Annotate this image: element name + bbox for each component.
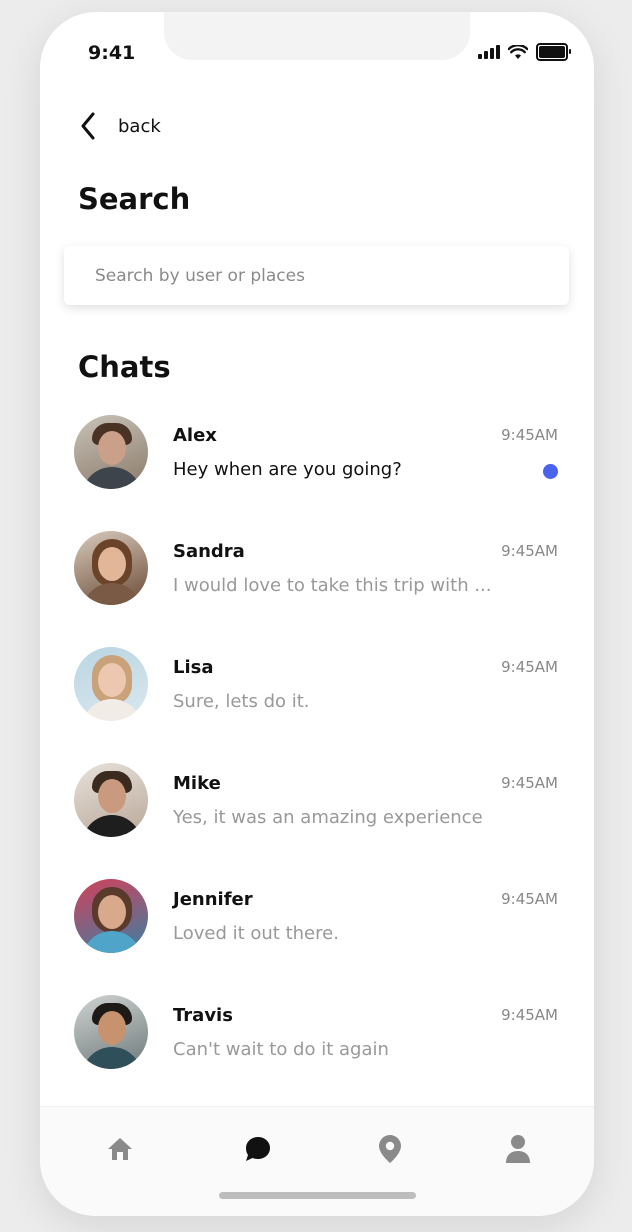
avatar — [74, 879, 148, 953]
avatar — [74, 415, 148, 489]
status-time: 9:41 — [88, 42, 136, 64]
avatar — [74, 763, 148, 837]
chat-name: Alex — [173, 425, 217, 446]
chat-name: Jennifer — [173, 889, 253, 910]
tab-profile[interactable] — [498, 1129, 538, 1169]
chat-item-sandra[interactable]: Sandra 9:45AM I would love to take this … — [40, 530, 594, 646]
unread-dot — [543, 464, 558, 479]
chat-time: 9:45AM — [501, 774, 558, 792]
notch — [164, 12, 470, 60]
home-icon — [108, 1138, 132, 1160]
search-box — [64, 246, 569, 305]
home-indicator[interactable] — [219, 1192, 416, 1199]
back-button[interactable]: back — [80, 112, 161, 140]
location-pin-icon — [379, 1135, 401, 1163]
chat-item-mike[interactable]: Mike 9:45AM Yes, it was an amazing exper… — [40, 762, 594, 878]
tab-bar — [40, 1106, 594, 1216]
chevron-left-icon — [81, 112, 95, 140]
signal-icon — [478, 45, 500, 59]
chat-item-alex[interactable]: Alex 9:45AM Hey when are you going? — [40, 414, 594, 530]
chat-message: Loved it out there. — [173, 923, 339, 944]
chat-name: Sandra — [173, 541, 245, 562]
avatar — [74, 531, 148, 605]
chats-title: Chats — [78, 350, 171, 384]
chat-time: 9:45AM — [501, 542, 558, 560]
battery-icon — [536, 43, 571, 61]
status-icons — [478, 43, 571, 61]
chat-name: Mike — [173, 773, 221, 794]
chat-time: 9:45AM — [501, 658, 558, 676]
chat-bubble-icon — [246, 1137, 270, 1161]
phone-frame: 9:41 back Search Chats Alex 9:45AM Hey w… — [40, 12, 594, 1216]
wifi-icon — [508, 44, 528, 59]
chat-list: Alex 9:45AM Hey when are you going? Sand… — [40, 414, 594, 1110]
chat-item-jennifer[interactable]: Jennifer 9:45AM Loved it out there. — [40, 878, 594, 994]
chat-message: Yes, it was an amazing experience — [173, 807, 483, 828]
chat-message: Hey when are you going? — [173, 459, 402, 480]
search-input[interactable] — [64, 246, 569, 305]
profile-icon — [506, 1135, 530, 1163]
avatar — [74, 647, 148, 721]
chat-item-travis[interactable]: Travis 9:45AM Can't wait to do it again — [40, 994, 594, 1110]
chat-message: I would love to take this trip with ... — [173, 575, 492, 596]
tab-map[interactable] — [370, 1129, 410, 1169]
chat-time: 9:45AM — [501, 426, 558, 444]
chat-name: Travis — [173, 1005, 233, 1026]
chat-time: 9:45AM — [501, 1006, 558, 1024]
chat-time: 9:45AM — [501, 890, 558, 908]
avatar — [74, 995, 148, 1069]
chat-item-lisa[interactable]: Lisa 9:45AM Sure, lets do it. — [40, 646, 594, 762]
back-label: back — [118, 115, 161, 137]
chat-message: Can't wait to do it again — [173, 1039, 389, 1060]
chat-message: Sure, lets do it. — [173, 691, 310, 712]
tab-home[interactable] — [100, 1129, 140, 1169]
chat-name: Lisa — [173, 657, 214, 678]
tab-chats[interactable] — [238, 1129, 278, 1169]
search-title: Search — [78, 182, 191, 216]
